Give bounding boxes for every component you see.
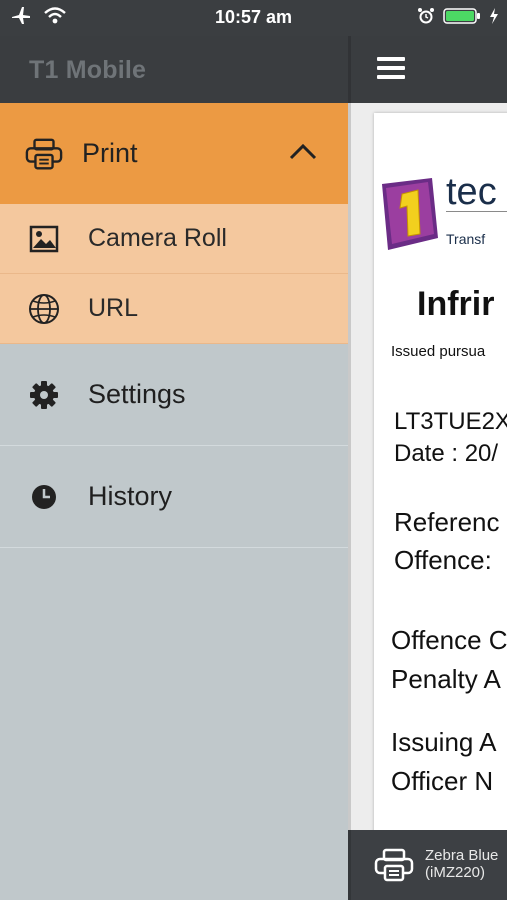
submenu-item-url[interactable]: URL [0, 274, 348, 344]
status-bar: 10:57 am [0, 0, 507, 36]
doc-line-5: Offence C [391, 625, 507, 655]
logo-tagline: Transf [446, 231, 486, 247]
image-icon [26, 221, 62, 257]
chevron-up-icon[interactable] [288, 141, 318, 166]
hamburger-menu-icon[interactable] [376, 55, 406, 86]
printer-footer[interactable]: Zebra Blue (iMZ220) [348, 830, 507, 900]
menu-item-settings[interactable]: Settings [0, 344, 348, 446]
printer-model: (iMZ220) [425, 864, 486, 881]
submenu-item-url-label: URL [88, 294, 139, 322]
logo-divider [446, 211, 507, 212]
doc-line-8: Officer N [391, 766, 494, 796]
printer-icon [24, 136, 64, 172]
printer-name: Zebra Blue [425, 847, 499, 864]
globe-icon [26, 291, 62, 327]
status-right [417, 7, 499, 30]
drawer-shadow [348, 36, 351, 900]
doc-line-1: LT3TUE2X [394, 408, 507, 435]
doc-line-2: Date : 20/ [394, 440, 499, 467]
doc-line-7: Issuing A [391, 727, 497, 757]
submenu-item-camera-roll-label: Camera Roll [88, 224, 227, 252]
doc-line-6: Penalty A [391, 664, 501, 694]
app-title: T1 Mobile [29, 56, 147, 84]
logo-text: tec [446, 171, 497, 213]
main-header [348, 36, 507, 103]
document-title: Infrir [417, 285, 495, 323]
gear-icon [26, 377, 62, 413]
alarm-icon [417, 7, 435, 30]
doc-line-4: Offence: [394, 545, 492, 575]
menu-item-history-label: History [88, 481, 173, 511]
printer-icon [374, 848, 414, 887]
doc-line-3: Referenc [394, 507, 500, 537]
menu-item-print-label: Print [82, 138, 138, 168]
navigation-drawer: T1 Mobile Print Camera Roll URL Settings… [0, 0, 348, 900]
submenu-item-camera-roll[interactable]: Camera Roll [0, 204, 348, 274]
menu-item-print[interactable]: Print [0, 103, 348, 204]
menu-item-settings-label: Settings [88, 379, 186, 409]
issued-line: Issued pursua [391, 343, 486, 360]
battery-icon [443, 7, 481, 30]
printer-label: Zebra Blue (iMZ220) [425, 847, 498, 881]
drawer-header: T1 Mobile [0, 36, 348, 103]
clock-icon [26, 479, 62, 515]
menu-item-history[interactable]: History [0, 446, 348, 548]
document-page: tec Transf Infrir Issued pursua LT3TUE2X… [374, 113, 507, 830]
brand-logo [380, 176, 442, 257]
charging-icon [489, 7, 499, 30]
document-preview-area[interactable]: tec Transf Infrir Issued pursua LT3TUE2X… [348, 103, 507, 830]
